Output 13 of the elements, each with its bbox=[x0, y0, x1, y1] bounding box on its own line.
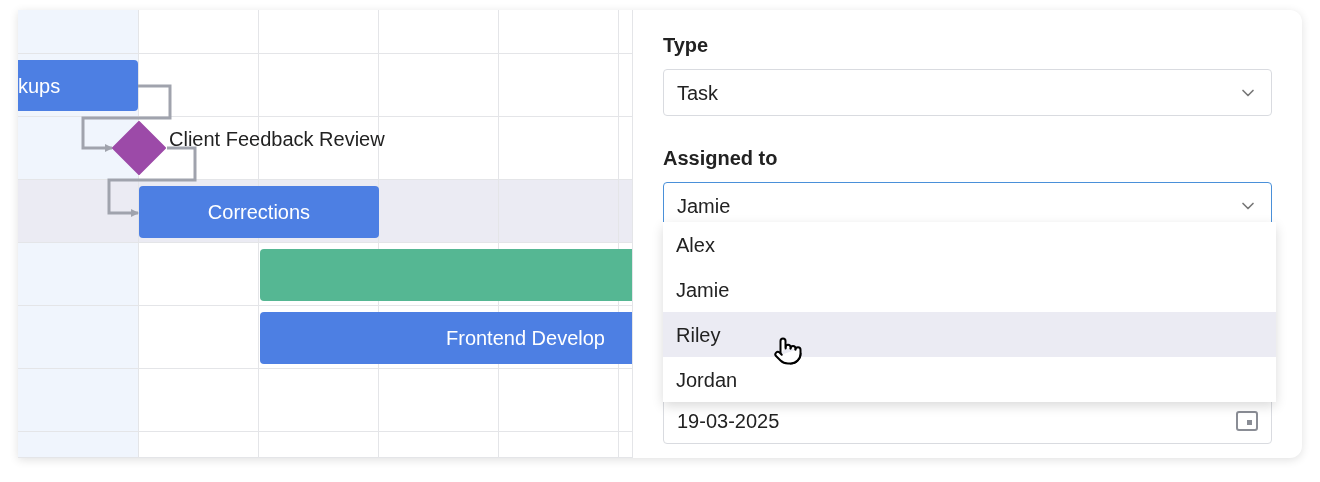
field-label: Assigned to bbox=[663, 146, 779, 171]
task-bar[interactable]: Frontend Develop bbox=[260, 312, 632, 364]
select-field[interactable]: Task bbox=[663, 69, 1272, 116]
milestone-diamond[interactable] bbox=[112, 121, 166, 175]
calendar-icon bbox=[1236, 411, 1258, 431]
task-bar[interactable]: Corrections bbox=[139, 186, 379, 238]
task-bar[interactable]: kups bbox=[18, 60, 138, 111]
dropdown-option[interactable]: Alex bbox=[663, 222, 1276, 267]
dropdown-option[interactable]: Jamie bbox=[663, 267, 1276, 312]
field-label: Type bbox=[663, 33, 710, 58]
dropdown-option[interactable]: Riley bbox=[663, 312, 1276, 357]
dropdown-option[interactable]: Jordan bbox=[663, 357, 1276, 402]
milestone-label: Client Feedback Review bbox=[169, 127, 385, 152]
